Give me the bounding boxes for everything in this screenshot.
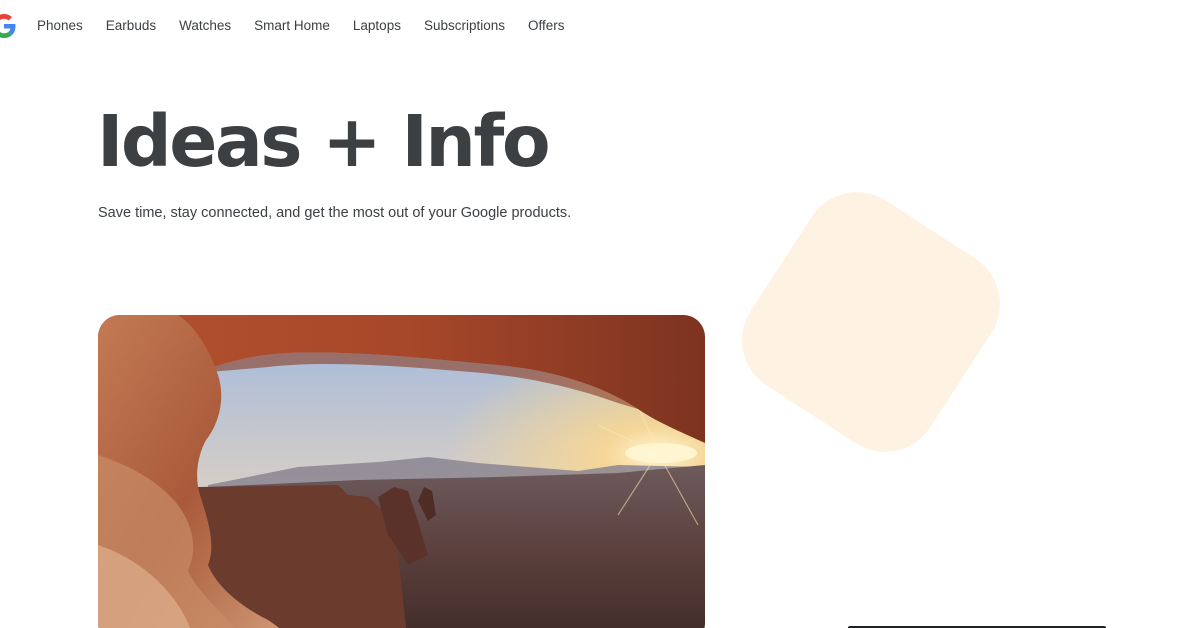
page-subtitle: Save time, stay connected, and get the m…	[98, 205, 572, 221]
decorative-shape	[721, 171, 1021, 473]
page-title: Ideas + Info	[97, 100, 551, 183]
nav-item-laptops[interactable]: Laptops	[353, 18, 401, 33]
nav-item-smart-home[interactable]: Smart Home	[254, 18, 330, 33]
canyon-arch-photo	[98, 315, 705, 628]
nav-item-subscriptions[interactable]: Subscriptions	[424, 18, 505, 33]
nav-item-phones[interactable]: Phones	[37, 18, 83, 33]
nav-item-watches[interactable]: Watches	[179, 18, 231, 33]
nav-menu: Phones Earbuds Watches Smart Home Laptop…	[37, 18, 588, 33]
nav-item-earbuds[interactable]: Earbuds	[106, 18, 156, 33]
google-g-logo-icon[interactable]	[0, 14, 16, 38]
nav-item-offers[interactable]: Offers	[528, 18, 565, 33]
hero-image[interactable]	[98, 315, 705, 628]
page: Phones Earbuds Watches Smart Home Laptop…	[0, 0, 1200, 628]
